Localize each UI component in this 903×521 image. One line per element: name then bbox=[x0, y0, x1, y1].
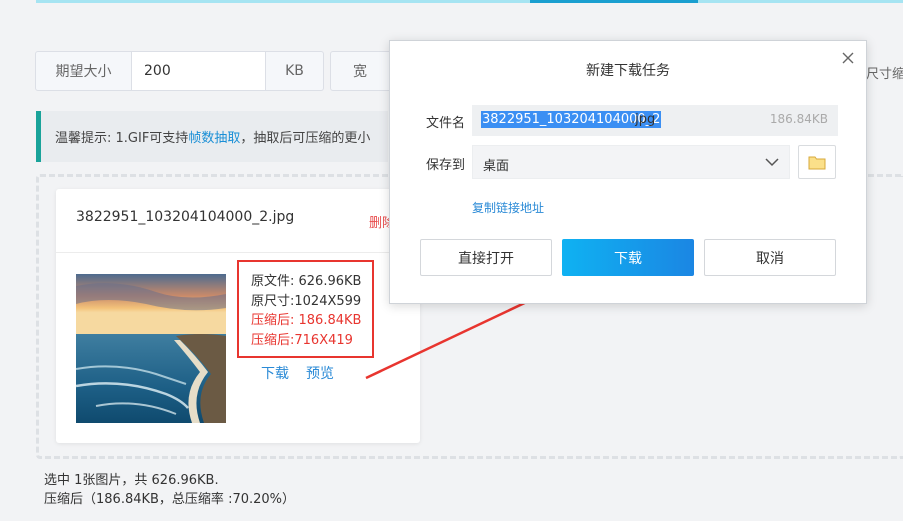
tip-banner: 温馨提示: 1.GIF可支持 帧数抽取 ，抽取后可压缩的更小 bbox=[36, 111, 388, 162]
file-size-label: 186.84KB bbox=[769, 112, 828, 126]
filename-label: 文件名 bbox=[426, 116, 466, 131]
cancel-button[interactable]: 取消 bbox=[704, 239, 836, 276]
card-actions: 下载 预览 bbox=[261, 363, 334, 383]
copy-link-button[interactable]: 复制链接地址 bbox=[472, 199, 544, 216]
new-download-dialog: 新建下载任务 文件名 3822951_103204104000_2 .jpg 1… bbox=[389, 40, 867, 304]
filename-extension: .jpg bbox=[631, 112, 656, 127]
open-directly-button[interactable]: 直接打开 bbox=[420, 239, 552, 276]
size-unit-label: KB bbox=[266, 51, 324, 91]
width-label: 宽 bbox=[330, 51, 390, 91]
download-link[interactable]: 下载 bbox=[261, 363, 289, 383]
save-location-select[interactable]: 桌面 bbox=[472, 145, 790, 179]
dialog-title: 新建下载任务 bbox=[586, 63, 670, 79]
card-divider bbox=[56, 252, 420, 253]
frame-extract-link[interactable]: 帧数抽取 bbox=[188, 127, 240, 146]
save-location-label: 保存到 bbox=[426, 158, 466, 173]
target-size-input[interactable]: 200 bbox=[132, 51, 266, 91]
image-thumbnail bbox=[76, 274, 226, 423]
size-scale-label: 尺寸缩 bbox=[866, 67, 903, 82]
browse-folder-button[interactable] bbox=[798, 145, 836, 179]
compression-summary: 选中 1张图片，共 626.96KB. 压缩后（186.84KB，总压缩率 :7… bbox=[44, 471, 295, 509]
save-location-value: 桌面 bbox=[483, 159, 510, 174]
tip-prefix: 温馨提示: 1.GIF可支持 bbox=[55, 131, 189, 146]
compressed-file-size: 压缩后: 186.84KB bbox=[251, 313, 362, 328]
top-progress-active bbox=[530, 0, 698, 3]
image-filename: 3822951_103204104000_2.jpg bbox=[76, 209, 295, 225]
tip-suffix: ，抽取后可压缩的更小 bbox=[240, 131, 371, 146]
close-icon[interactable] bbox=[840, 50, 856, 66]
compressed-dimensions: 压缩后:716X419 bbox=[251, 332, 353, 348]
compression-settings: 期望大小 200 KB 宽 bbox=[35, 51, 390, 91]
preview-link[interactable]: 预览 bbox=[306, 363, 334, 383]
image-card: 3822951_103204104000_2.jpg 删除 原文件: 626.9… bbox=[56, 189, 420, 443]
filename-input[interactable]: 3822951_103204104000_2 .jpg 186.84KB bbox=[472, 105, 838, 136]
original-dimensions: 原尺寸:1024X599 bbox=[251, 293, 362, 309]
compression-stats-box: 原文件: 626.96KB 原尺寸:1024X599 压缩后: 186.84KB… bbox=[237, 260, 374, 358]
summary-selection: 选中 1张图片，共 626.96KB. bbox=[44, 473, 219, 488]
chevron-down-icon bbox=[765, 156, 779, 168]
folder-icon bbox=[808, 156, 826, 169]
download-button[interactable]: 下载 bbox=[562, 239, 694, 276]
original-file-size: 原文件: 626.96KB bbox=[251, 274, 362, 289]
summary-ratio: 压缩后（186.84KB，总压缩率 :70.20%） bbox=[44, 492, 296, 507]
top-progress-bar bbox=[36, 0, 903, 3]
delete-button[interactable]: 删除 bbox=[369, 212, 389, 231]
target-size-label: 期望大小 bbox=[35, 51, 132, 91]
